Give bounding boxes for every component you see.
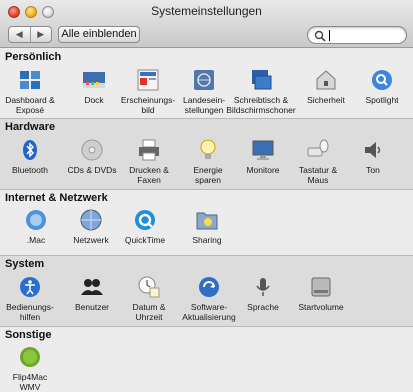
speech-icon	[256, 278, 270, 296]
section-title-personal: Persönlich	[5, 51, 62, 63]
section-title-internet: Internet & Netzwerk	[5, 192, 108, 204]
appearance-icon	[137, 69, 159, 91]
search-input[interactable]	[328, 28, 400, 42]
startup-disk-icon	[311, 277, 331, 297]
pane-sharing[interactable]: Sharing	[170, 208, 244, 245]
pane-label: Flip4Mac WMV	[12, 372, 48, 392]
back-forward-control: ◀ ▶	[8, 26, 52, 43]
network-icon	[80, 209, 102, 231]
section-title-hardware: Hardware	[5, 121, 56, 133]
forward-button[interactable]: ▶	[29, 27, 52, 42]
mac-icon	[26, 210, 46, 230]
keyboard-mouse-icon	[307, 139, 329, 157]
section-hardware: Hardware Bluetooth CDs & DVDs Drucken & …	[0, 119, 413, 189]
accessibility-icon	[20, 277, 40, 297]
flip4mac-icon	[20, 347, 40, 367]
accounts-icon	[81, 279, 103, 295]
section-other: Sonstige Flip4Mac WMV	[0, 327, 413, 392]
pane-label: Ton	[366, 165, 380, 175]
show-all-button[interactable]: Alle einblenden	[58, 26, 140, 43]
quicktime-icon	[135, 210, 155, 230]
system-preferences-window: Systemeinstellungen ◀ ▶ Alle einblenden …	[0, 0, 413, 392]
bluetooth-icon	[23, 140, 37, 160]
section-title-system: System	[5, 258, 45, 270]
printer-icon	[139, 139, 159, 161]
section-internet: Internet & Netzwerk .Mac Netzwerk QuickT…	[0, 190, 413, 255]
desktop-icon	[252, 70, 272, 90]
pane-label: Sharing	[192, 235, 222, 245]
sharing-icon	[196, 212, 218, 230]
search-icon	[314, 30, 326, 42]
speaker-icon	[365, 142, 381, 158]
section-system: System Bedienungs- hilfen Benutzer Datum…	[0, 256, 413, 326]
security-icon	[316, 70, 336, 90]
titlebar: Systemeinstellungen ◀ ▶ Alle einblenden	[0, 0, 413, 48]
pane-label: Startvolume	[298, 302, 344, 312]
search-field[interactable]	[307, 26, 407, 44]
pane-spotlight[interactable]: Spotlight	[345, 68, 413, 105]
section-personal: Persönlich Dashboard & Exposé Dock Ersch…	[0, 49, 413, 118]
window-title: Systemeinstellungen	[151, 4, 262, 18]
section-title-other: Sonstige	[5, 329, 52, 341]
pane-sound[interactable]: Ton	[336, 138, 410, 175]
date-time-icon	[138, 276, 160, 298]
pane-startup-disk[interactable]: Startvolume	[284, 275, 358, 312]
spotlight-icon	[372, 70, 392, 90]
international-icon	[194, 70, 214, 90]
pane-label: Spotlight	[365, 95, 399, 105]
dock-icon	[83, 72, 105, 88]
monitor-icon	[252, 140, 274, 160]
energy-bulb-icon	[200, 139, 216, 159]
back-button[interactable]: ◀	[9, 27, 30, 42]
dashboard-icon	[20, 71, 40, 89]
cd-dvd-icon	[81, 139, 103, 161]
pane-flip4mac[interactable]: Flip4Mac WMV	[0, 345, 67, 392]
software-update-icon	[199, 277, 219, 297]
